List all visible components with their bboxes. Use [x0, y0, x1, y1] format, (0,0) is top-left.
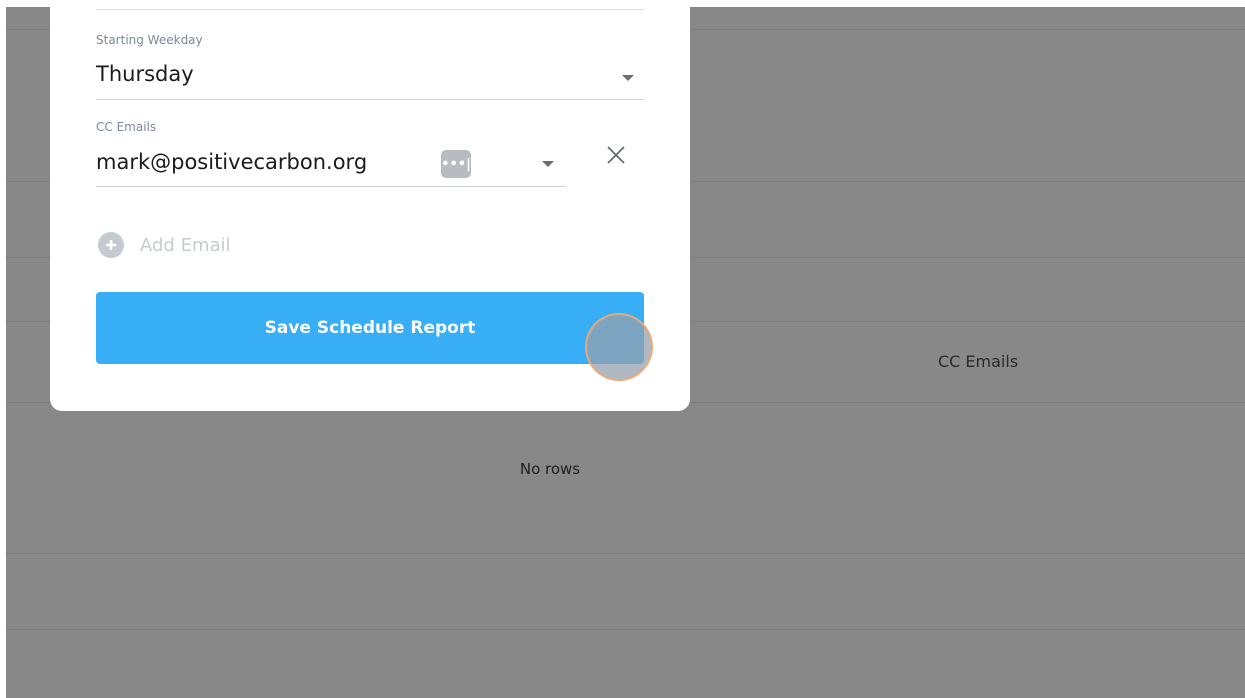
row-divider — [6, 629, 1245, 630]
starting-weekday-label: Starting Weekday — [96, 33, 203, 47]
row-divider — [6, 553, 1245, 554]
cc-emails-label: CC Emails — [96, 120, 157, 134]
add-email-button[interactable]: Add Email — [98, 232, 231, 258]
starting-weekday-select[interactable]: Thursday — [96, 62, 616, 86]
click-indicator — [585, 313, 653, 381]
previous-field-underline — [96, 9, 644, 10]
add-email-label: Add Email — [140, 234, 231, 256]
save-schedule-report-button[interactable]: Save Schedule Report — [96, 292, 644, 364]
chevron-down-icon[interactable] — [542, 161, 554, 167]
starting-weekday-underline — [96, 99, 644, 100]
cc-email-underline — [96, 186, 566, 187]
password-manager-dots-icon[interactable]: •••| — [441, 150, 471, 178]
cc-email-input[interactable]: mark@positivecarbon.org — [96, 150, 426, 174]
table-column-header-cc-emails: CC Emails — [938, 352, 1019, 371]
chevron-down-icon[interactable] — [622, 75, 634, 81]
table-empty-message: No rows — [519, 460, 581, 478]
close-icon[interactable] — [604, 143, 628, 167]
plus-circle-icon — [98, 232, 124, 258]
